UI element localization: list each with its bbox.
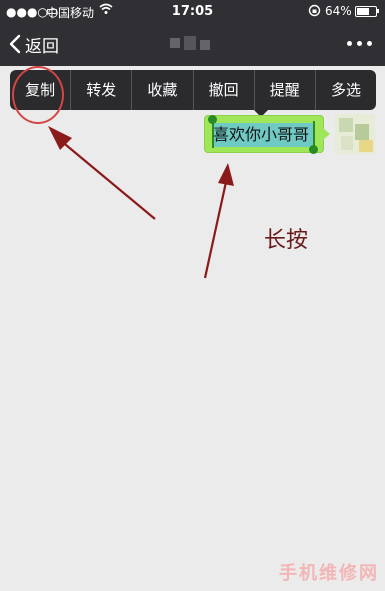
menu-item-favorite[interactable]: 收藏: [131, 70, 192, 110]
blurred-contact-name: [170, 36, 220, 50]
back-label: 返回: [25, 36, 59, 57]
battery-level-fill: [357, 8, 369, 15]
chevron-left-icon: [9, 34, 21, 54]
chat-header: 返回: [0, 22, 385, 66]
annotation-circle: [12, 66, 64, 124]
message-context-menu: 复制 转发 收藏 撤回 提醒 多选: [10, 70, 376, 110]
rotation-lock-icon: [308, 4, 321, 20]
selection-end-dot[interactable]: [309, 145, 318, 154]
back-button[interactable]: 返回: [8, 32, 59, 57]
battery-nub: [377, 9, 379, 13]
selection-start-dot[interactable]: [208, 115, 217, 124]
menu-item-multiselect[interactable]: 多选: [314, 70, 376, 110]
long-press-label: 长按: [264, 228, 309, 253]
battery-icon: [355, 6, 377, 17]
menu-item-forward[interactable]: 转发: [70, 70, 131, 110]
message-text[interactable]: 喜欢你小哥哥: [213, 123, 314, 147]
status-bar: ●●●○○ 中国移动 17:05 64%: [0, 0, 385, 22]
watermark: 手机维修网: [279, 563, 379, 584]
menu-item-recall[interactable]: 撤回: [192, 70, 254, 110]
bubble-tail: [323, 128, 330, 140]
selection-end-handle[interactable]: [313, 121, 315, 148]
menu-item-remind[interactable]: 提醒: [253, 70, 315, 110]
avatar[interactable]: [335, 114, 375, 154]
more-options-button[interactable]: [347, 36, 373, 52]
battery-percent: 64%: [325, 4, 352, 18]
selection-start-handle[interactable]: [212, 121, 214, 148]
